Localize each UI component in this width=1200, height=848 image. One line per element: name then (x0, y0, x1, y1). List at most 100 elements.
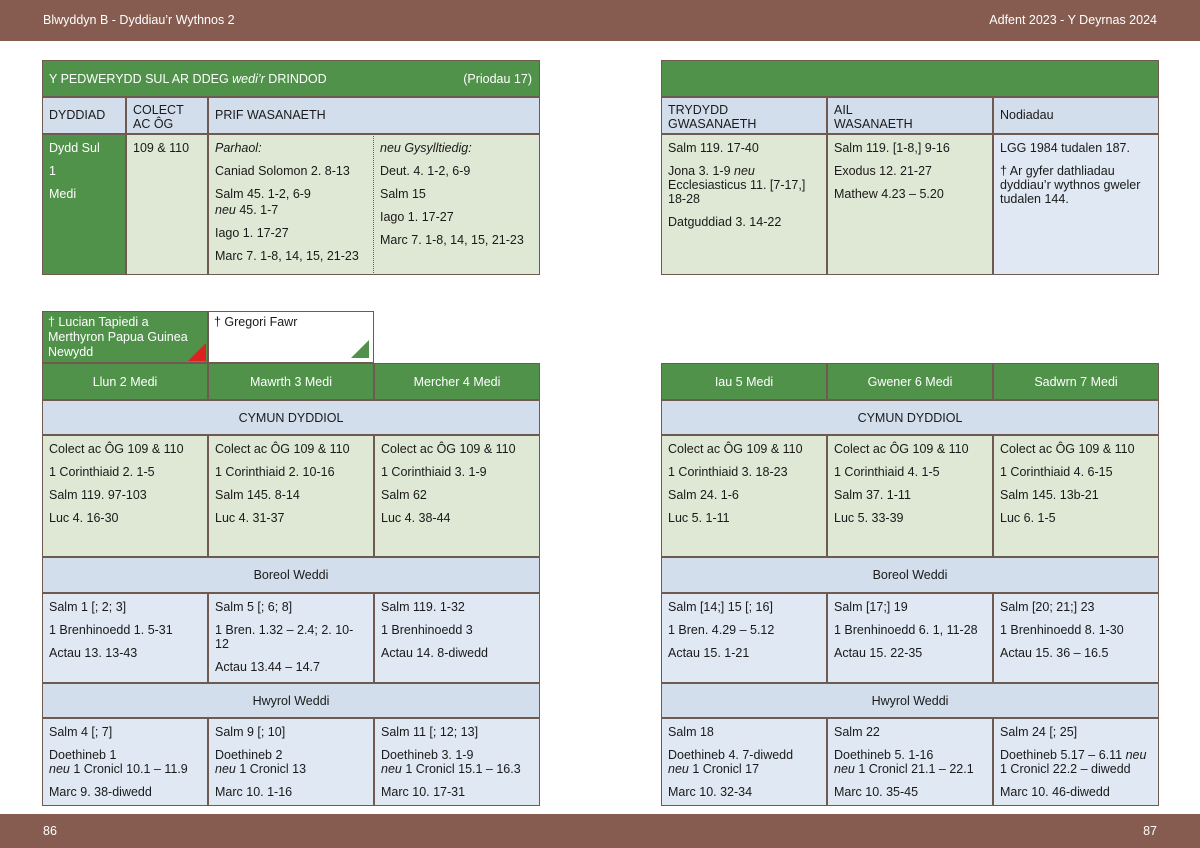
reading-line: Colect ac ÔG 109 & 110 (668, 442, 803, 456)
reading-line: Salm 1 [; 2; 3] (49, 600, 127, 614)
reading-line: Actau 15. 1-21 (668, 646, 750, 660)
reading-line: Salm 4 [; 7] (49, 725, 113, 739)
sunday-date-cell: Dydd Sul 1 Medi (42, 134, 126, 275)
evening-monday: Salm 4 [; 7] Doethineb 1 neu 1 Cronicl 1… (42, 718, 208, 806)
reading-line: 1 Corinthiaid 3. 1-9 (381, 465, 487, 479)
reading-line: Doethineb 3. 1-9 (381, 748, 474, 762)
reading-line: Salm 18 (668, 725, 714, 739)
note-lgg: LGG 1984 tudalen 187. (1000, 141, 1130, 155)
reading-line: Actau 14. 8-diwedd (381, 646, 489, 660)
reading-line: 1 Cronicl 13 (235, 762, 307, 776)
reading-line: Salm [14;] 15 [; 16] (668, 600, 773, 614)
col-header-collect: COLECT AC ÔG (126, 97, 208, 134)
communion-wednesday: Colect ac ÔG 109 & 110 1 Corinthiaid 3. 1… (374, 435, 540, 557)
reading-line: Doethineb 5. 1-16 (834, 748, 934, 762)
reading-line: Salm 145. 13b-21 (1000, 488, 1099, 502)
sunday-date-number: 1 (49, 164, 56, 178)
sunday-collect-cell: 109 & 110 (126, 134, 208, 275)
page-footer: 86 87 (0, 814, 1200, 848)
communion-tuesday: Colect ac ÔG 109 & 110 1 Corinthiaid 2. 1… (208, 435, 374, 557)
reading-line: Doethineb 4. 7-diwedd (668, 748, 794, 762)
saint-gregory-label: † Gregori Fawr (214, 315, 298, 329)
reading-line: 1 Cronicl 22.2 – diwedd (1000, 762, 1131, 776)
reading-line: Salm 37. 1-11 (834, 488, 911, 502)
reading-line: neu (49, 762, 70, 776)
reading-line: neu (834, 762, 855, 776)
reading-line: 1 Corinthiaid 3. 18-23 (668, 465, 788, 479)
day-header-monday: Llun 2 Medi (42, 363, 208, 400)
reading-mark: Marc 7. 1-8, 14, 15, 21-23 (215, 249, 359, 263)
saint-lucian-label: † Lucian Tapiedi a Merthyron Papua Guine… (48, 315, 188, 359)
third-ecclus: Ecclesiasticus 11. [7-17,] (668, 178, 806, 192)
communion-header-left: CYMUN DYDDIOL (42, 400, 540, 435)
reading-line: Actau 15. 22-35 (834, 646, 923, 660)
reading-line: DRINDOD (264, 72, 327, 86)
reading-line: 1 Bren. 1.32 – 2.4; 2. 10-12 (215, 623, 354, 651)
reading-line: 1 Brenhinoedd 8. 1-30 (1000, 623, 1124, 637)
third-service-cell: Salm 119. 17-40 Jona 3. 1-9 neu Ecclesia… (661, 134, 827, 275)
sunday-title-bar: Y PEDWERYDD SUL AR DDEG wedi’r DRINDOD (… (42, 60, 540, 97)
saint-box-lucian: † Lucian Tapiedi a Merthyron Papua Guine… (42, 311, 208, 363)
reading-line: 1 Cronicl 21.1 – 22.1 (854, 762, 974, 776)
reading-deut: Deut. 4. 1-2, 6-9 (380, 164, 471, 178)
day-header-thursday: Iau 5 Medi (661, 363, 827, 400)
related-label: neu Gysylltiedig: (380, 141, 472, 155)
third-psalm: Salm 119. 17-40 (668, 141, 759, 155)
evening-wednesday: Salm 11 [; 12; 13] Doethineb 3. 1-9 neu … (374, 718, 540, 806)
evening-prayer-header-left: Hwyrol Weddi (42, 683, 540, 718)
communion-monday: Colect ac ÔG 109 & 110 1 Corinthiaid 2. 1… (42, 435, 208, 557)
third-revelation: Datguddiad 3. 14-22 (668, 215, 782, 229)
notes-cell: LGG 1984 tudalen 187. † Ar gyfer dathlia… (993, 134, 1159, 275)
page-number-left: 86 (43, 824, 57, 838)
reading-line: Marc 10. 17-31 (381, 785, 466, 799)
day-header-wednesday: Mercher 4 Medi (374, 363, 540, 400)
reading-line: Salm 24. 1-6 (668, 488, 739, 502)
second-service-cell: Salm 119. [1-8,] 9-16 Exodus 12. 21-27 M… (827, 134, 993, 275)
col-header-third-service: TRYDYDD GWASANAETH (661, 97, 827, 134)
page-number-right: 87 (1143, 824, 1157, 838)
perennial-label: Parhaol: (215, 141, 262, 155)
page-header: Blwyddyn B - Dyddiau’r Wythnos 2 Adfent … (0, 0, 1200, 41)
reading-line: Colect ac ÔG 109 & 110 (215, 442, 350, 456)
third-ecclus-verses: 18-28 (668, 192, 700, 206)
reading-line: Salm 22 (834, 725, 880, 739)
reading-line: neu (734, 164, 755, 178)
evening-tuesday: Salm 9 [; 10] Doethineb 2 neu 1 Cronicl … (208, 718, 374, 806)
communion-thursday: Colect ac ÔG 109 & 110 1 Corinthiaid 3. 1… (661, 435, 827, 557)
communion-friday: Colect ac ÔG 109 & 110 1 Corinthiaid 4. 1… (827, 435, 993, 557)
reading-mark-2: Marc 7. 1-8, 14, 15, 21-23 (380, 233, 524, 247)
morning-saturday: Salm [20; 21;] 23 1 Brenhinoedd 8. 1-30 Ac… (993, 593, 1159, 683)
morning-wednesday: Salm 119. 1-32 1 Brenhinoedd 3 Actau 14. 8… (374, 593, 540, 683)
reading-line: Colect ac ÔG 109 & 110 (381, 442, 516, 456)
reading-line: Salm 9 [; 10] (215, 725, 286, 739)
morning-friday: Salm [17;] 19 1 Brenhinoedd 6. 1, 11-28 Ac… (827, 593, 993, 683)
reading-line: Salm 11 [; 12; 13] (381, 725, 479, 739)
second-exodus: Exodus 12. 21-27 (834, 164, 932, 178)
day-header-friday: Gwener 6 Medi (827, 363, 993, 400)
reading-line: Colect ac ÔG 109 & 110 (49, 442, 184, 456)
reading-line: 1 Cronicl 15.1 – 16.3 (401, 762, 521, 776)
reading-line: Doethineb 2 (215, 748, 283, 762)
reading-line: Salm [17;] 19 (834, 600, 908, 614)
saint-box-gregory: † Gregori Fawr (208, 311, 374, 363)
reading-line: 1 Cronicl 17 (688, 762, 760, 776)
sunday-title: Y PEDWERYDD SUL AR DDEG wedi’r DRINDOD (49, 72, 327, 86)
day-header-tuesday: Mawrth 3 Medi (208, 363, 374, 400)
reading-line: neu (668, 762, 689, 776)
morning-prayer-header-left: Boreol Weddi (42, 557, 540, 593)
sunday-date-day: Dydd Sul (49, 141, 100, 155)
sunday-title-note: (Priodau 17) (463, 72, 532, 86)
reading-psalm: Salm 45. 1-2, 6-9 (215, 187, 311, 201)
reading-james: Iago 1. 17-27 (215, 226, 289, 240)
reading-line: Luc 5. 33-39 (834, 511, 904, 525)
reading-line: Actau 15. 36 – 16.5 (1000, 646, 1109, 660)
sunday-main-related: neu Gysylltiedig: Deut. 4. 1-2, 6-9 Salm… (374, 134, 540, 275)
reading-line: Luc 5. 1-11 (668, 511, 730, 525)
reading-line: Marc 10. 1-16 (215, 785, 293, 799)
reading-line: Marc 10. 35-45 (834, 785, 919, 799)
morning-thursday: Salm [14;] 15 [; 16] 1 Bren. 4.29 – 5.12 A… (661, 593, 827, 683)
third-jonah: Jona 3. 1-9 neu (668, 164, 820, 178)
col-header-second-service: AIL WASANAETH (827, 97, 993, 134)
sunday-collect: 109 & 110 (133, 141, 190, 155)
second-psalm: Salm 119. [1-8,] 9-16 (834, 141, 950, 155)
